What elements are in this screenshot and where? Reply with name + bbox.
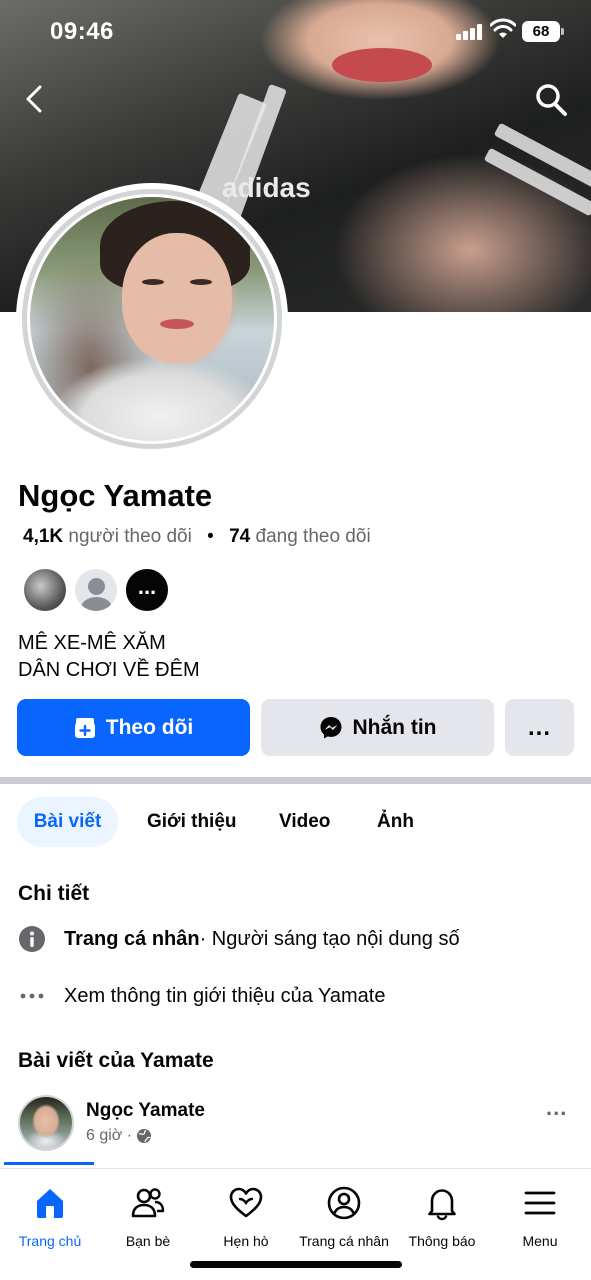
- tab-posts[interactable]: Bài viết: [17, 797, 118, 847]
- status-bar: 09:46 68: [0, 0, 591, 64]
- message-button[interactable]: Nhắn tin: [261, 699, 494, 756]
- tab-videos[interactable]: Video: [279, 797, 330, 847]
- status-time: 09:46: [50, 18, 114, 45]
- see-about-info-label: Xem thông tin giới thiệu của Yamate: [64, 984, 386, 1007]
- stats-separator: •: [207, 526, 214, 547]
- info-icon: [18, 925, 46, 953]
- cover-logo-text: adidas: [222, 172, 311, 203]
- section-divider: [0, 777, 591, 784]
- wifi-icon: [490, 18, 516, 38]
- nav-notifications-label: Thông báo: [408, 1233, 476, 1249]
- nav-profile[interactable]: Trang cá nhân: [294, 1183, 394, 1249]
- avatar-photo: [30, 197, 274, 441]
- follow-stats: 4,1K người theo dõi • 74 đang theo dõi: [23, 526, 371, 548]
- mutual-friend-avatar-placeholder[interactable]: [73, 567, 119, 613]
- followers-count[interactable]: 4,1K: [23, 526, 63, 547]
- search-icon[interactable]: [534, 82, 568, 118]
- bio-line-1: MÊ XE-MÊ XĂM: [18, 632, 166, 654]
- post-timestamp[interactable]: 6 giờ ·: [86, 1127, 152, 1145]
- globe-icon: [137, 1129, 152, 1143]
- profile-icon: [327, 1186, 361, 1220]
- menu-icon: [524, 1191, 556, 1215]
- post-more-button[interactable]: ...: [546, 1095, 567, 1121]
- nav-friends[interactable]: Bạn bè: [98, 1183, 198, 1249]
- profile-name: Ngọc Yamate: [18, 478, 213, 513]
- home-indicator[interactable]: [190, 1261, 402, 1268]
- follow-button[interactable]: Theo dõi: [17, 699, 250, 756]
- profile-bio: MÊ XE-MÊ XĂM DÂN CHƠI VỀ ĐÊM: [18, 630, 200, 684]
- see-about-info-link[interactable]: Xem thông tin giới thiệu của Yamate: [18, 981, 385, 1011]
- battery-indicator: 68: [522, 21, 564, 42]
- follow-button-label: Theo dõi: [105, 715, 194, 739]
- profile-type-label: Trang cá nhân: [64, 927, 200, 950]
- mutual-friend-avatar[interactable]: [22, 567, 68, 613]
- bell-icon: [428, 1189, 456, 1221]
- more-options-button[interactable]: ...: [505, 699, 574, 756]
- nav-home-label: Trang chủ: [18, 1233, 82, 1249]
- followers-label[interactable]: người theo dõi: [68, 526, 191, 547]
- more-dots-icon: [18, 982, 46, 1010]
- dating-heart-icon: [229, 1187, 263, 1218]
- detail-profile-type: Trang cá nhân · Người sáng tạo nội dung …: [18, 924, 460, 954]
- post-author-avatar[interactable]: [18, 1095, 74, 1151]
- tab-photos[interactable]: Ảnh: [377, 797, 414, 847]
- follow-plus-icon: [74, 717, 95, 738]
- nav-home[interactable]: Trang chủ: [0, 1183, 100, 1249]
- details-title: Chi tiết: [18, 882, 90, 905]
- profile-type-category: · Người sáng tạo nội dung số: [199, 927, 460, 950]
- nav-dating-label: Hẹn hò: [223, 1233, 269, 1249]
- post-author-name[interactable]: Ngọc Yamate: [86, 1100, 205, 1122]
- nav-friends-label: Bạn bè: [125, 1233, 171, 1249]
- nav-menu-label: Menu: [522, 1233, 558, 1249]
- home-icon: [37, 1189, 63, 1218]
- nav-notifications[interactable]: Thông báo: [392, 1183, 492, 1249]
- nav-dating[interactable]: Hẹn hò: [196, 1183, 296, 1249]
- messenger-icon: [320, 716, 341, 738]
- profile-avatar[interactable]: [16, 183, 288, 455]
- bio-line-2: DÂN CHƠI VỀ ĐÊM: [18, 659, 200, 681]
- signal-icon: [456, 24, 484, 40]
- following-count[interactable]: 74: [229, 526, 250, 547]
- back-arrow-icon[interactable]: [18, 82, 52, 116]
- nav-menu[interactable]: Menu: [490, 1183, 590, 1249]
- following-label[interactable]: đang theo dõi: [256, 526, 371, 547]
- post-time-label: 6 giờ ·: [86, 1127, 133, 1144]
- mutual-friends-more-button[interactable]: ...: [124, 567, 170, 613]
- posts-title: Bài viết của Yamate: [18, 1049, 214, 1072]
- tab-about[interactable]: Giới thiệu: [147, 797, 237, 847]
- nav-profile-label: Trang cá nhân: [299, 1233, 389, 1249]
- friends-icon: [131, 1188, 165, 1218]
- message-button-label: Nhắn tin: [352, 715, 437, 739]
